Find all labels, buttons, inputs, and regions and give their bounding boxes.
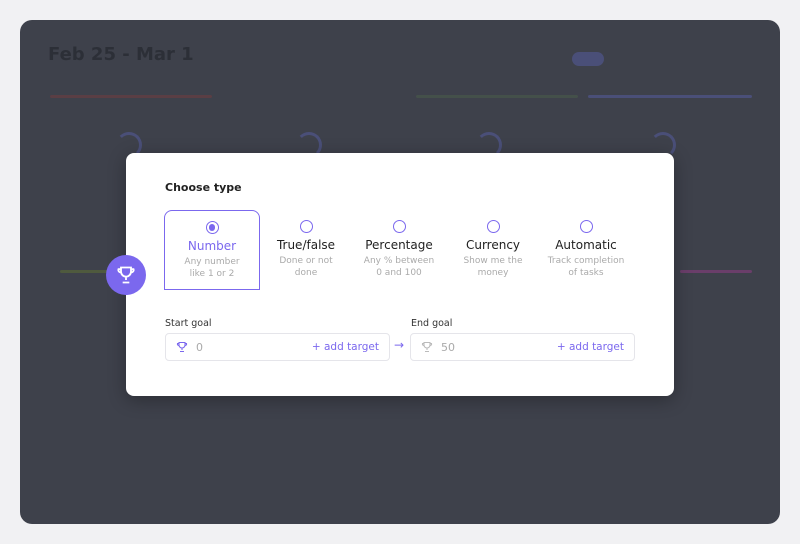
option-desc: like 1 or 2	[189, 269, 235, 279]
trophy-icon	[421, 341, 433, 353]
start-goal-label: Start goal	[165, 318, 212, 329]
start-goal-value: 0	[196, 340, 203, 354]
option-desc: Any % between	[363, 256, 435, 266]
progress-line	[588, 95, 752, 98]
option-desc: done	[294, 268, 318, 278]
option-label: Number	[187, 239, 237, 253]
option-desc: Done or not	[279, 256, 333, 266]
end-goal-label: End goal	[411, 318, 453, 329]
goal-type-modal: Choose type Number Any number like 1 or 2…	[126, 153, 674, 396]
type-option-true-false[interactable]: True/false Done or not done	[258, 210, 354, 290]
trophy-badge	[106, 255, 146, 295]
option-desc: Any number	[184, 257, 240, 267]
option-desc: 0 and 100	[376, 268, 422, 278]
type-option-automatic[interactable]: Automatic Track completion of tasks	[538, 210, 634, 290]
trophy-icon	[117, 266, 135, 284]
option-label: Automatic	[555, 238, 617, 252]
radio[interactable]	[579, 220, 593, 233]
end-goal-value: 50	[441, 340, 455, 354]
progress-line	[50, 95, 212, 98]
date-range-title: Feb 25 - Mar 1	[48, 44, 194, 65]
progress-line	[680, 270, 752, 273]
end-goal-input[interactable]: 50 + add target	[410, 333, 635, 361]
option-label: True/false	[276, 238, 336, 252]
option-desc: Show me the	[463, 256, 523, 266]
type-option-currency[interactable]: Currency Show me the money	[445, 210, 541, 290]
type-option-number[interactable]: Number Any number like 1 or 2	[164, 210, 260, 290]
arrow-right-icon: →	[394, 338, 405, 352]
option-desc: money	[477, 268, 509, 278]
progress-line	[416, 95, 578, 98]
radio[interactable]	[392, 220, 406, 233]
trophy-icon	[176, 341, 188, 353]
option-desc: of tasks	[568, 268, 604, 278]
choose-type-heading: Choose type	[165, 181, 242, 194]
type-option-percentage[interactable]: Percentage Any % between 0 and 100	[351, 210, 447, 290]
start-goal-input[interactable]: 0 + add target	[165, 333, 390, 361]
option-desc: Track completion	[547, 256, 625, 266]
add-target-link[interactable]: + add target	[557, 341, 624, 353]
add-target-link[interactable]: + add target	[312, 341, 379, 353]
view-toggle	[572, 52, 604, 66]
radio[interactable]	[486, 220, 500, 233]
radio[interactable]	[299, 220, 313, 233]
option-label: Percentage	[365, 238, 433, 252]
radio-selected[interactable]	[205, 221, 219, 234]
option-label: Currency	[465, 238, 521, 252]
